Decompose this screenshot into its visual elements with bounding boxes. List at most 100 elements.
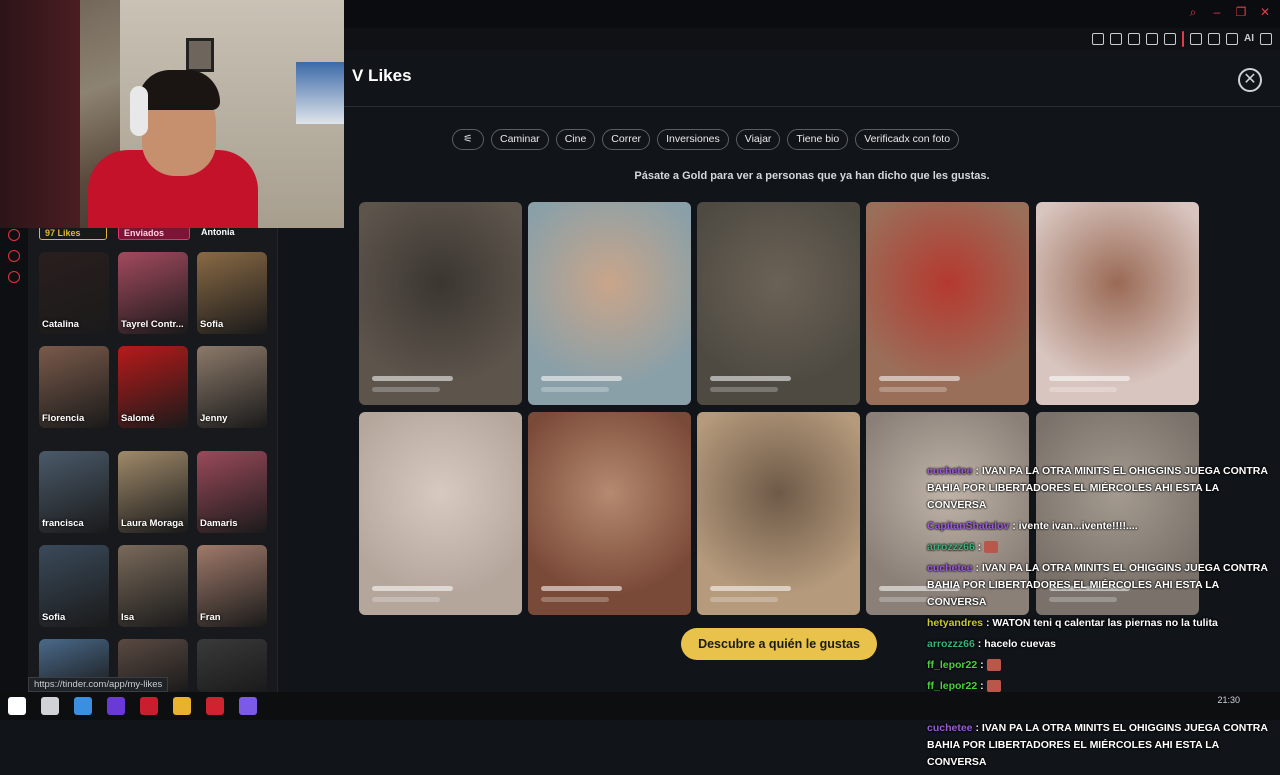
history-icon[interactable] [8, 229, 20, 241]
profile-name: Damaris [200, 518, 238, 529]
taskbar-app-icon[interactable] [239, 697, 257, 715]
extensions-icon[interactable] [1190, 33, 1202, 45]
chat-username[interactable]: cuchetee [927, 562, 973, 574]
discover-button[interactable]: Descubre a quién le gustas [681, 628, 877, 660]
profile-tile[interactable]: Florencia [39, 346, 109, 428]
close-window-icon[interactable]: ✕ [1258, 5, 1272, 19]
placeholder-info-bar [372, 597, 440, 602]
blurred-like-card[interactable] [528, 202, 691, 405]
emote-icon [986, 659, 1001, 672]
profile-name: Fran [200, 612, 221, 623]
filter-chip-verificadx[interactable]: Verificadx con foto [855, 129, 960, 150]
play-icon[interactable] [1146, 33, 1158, 45]
placeholder-name-bar [372, 586, 453, 591]
blurred-like-card[interactable] [697, 202, 860, 405]
taskbar-app-icon[interactable] [8, 697, 26, 715]
profile-tile[interactable]: Fran [197, 545, 267, 627]
taskbar-app-icon[interactable] [206, 697, 224, 715]
chat-username[interactable]: ff_lepor22 [927, 659, 977, 671]
emote-icon [984, 541, 999, 554]
profile-tile[interactable]: Jenny [197, 346, 267, 428]
chat-text: : [977, 541, 982, 553]
taskbar-app-icon[interactable] [74, 697, 92, 715]
taskbar-app-icon[interactable] [140, 697, 158, 715]
tab-antonia[interactable]: Antonia [196, 226, 268, 240]
blurred-like-card[interactable] [1036, 202, 1199, 405]
blurred-like-card[interactable] [866, 202, 1029, 405]
profile-name: Laura Moraga [121, 518, 184, 529]
chat-message: ff_lepor22 : [927, 657, 1280, 674]
filter-chip-correr[interactable]: Correr [602, 129, 651, 150]
chat-username[interactable]: cuchetee [927, 722, 973, 734]
filter-chip-caminar[interactable]: Caminar [491, 129, 549, 150]
placeholder-name-bar [541, 586, 622, 591]
profile-name: Florencia [42, 413, 85, 424]
ai-icon[interactable]: AI [1244, 33, 1254, 45]
chat-message: hetyandres : WATON teni q calentar las p… [927, 615, 1280, 632]
chat-message: cuchetee : IVAN PA LA OTRA MINITS EL OHI… [927, 463, 1280, 514]
profile-tile[interactable]: Salomé [118, 346, 188, 428]
chat-username[interactable]: cuchetee [927, 465, 973, 477]
taskbar-icons [8, 697, 257, 715]
placeholder-name-bar [541, 376, 622, 381]
gold-upsell-message: Pásate a Gold para ver a personas que ya… [634, 170, 990, 182]
search-icon[interactable]: ⌕ [1186, 5, 1200, 19]
blurred-like-card[interactable] [528, 412, 691, 615]
screenshot-icon[interactable] [1110, 33, 1122, 45]
profile-tile[interactable]: Sofia [197, 252, 267, 334]
filter-chip-inversiones[interactable]: Inversiones [657, 129, 729, 150]
emote-icon [986, 680, 1001, 693]
tab-likes[interactable]: 97 Likes [39, 226, 107, 240]
profile-tile[interactable]: Damaris [197, 451, 267, 533]
profile-tile[interactable]: francisca [39, 451, 109, 533]
placeholder-name-bar [1049, 376, 1130, 381]
shield-icon[interactable] [1128, 33, 1140, 45]
placeholder-info-bar [1049, 387, 1117, 392]
chat-text: : [980, 659, 984, 671]
chat-text: : WATON teni q calentar las piernas no l… [985, 617, 1218, 629]
blurred-like-card[interactable] [359, 202, 522, 405]
pin-icon[interactable] [1092, 33, 1104, 45]
profile-tile[interactable]: Catalina [39, 252, 109, 334]
minimize-icon[interactable]: – [1210, 5, 1224, 19]
profile-icon[interactable] [1208, 33, 1220, 45]
extensions-rail-icon[interactable] [8, 250, 20, 262]
menu-icon[interactable] [1260, 33, 1272, 45]
filter-chip-cine[interactable]: Cine [555, 129, 596, 150]
chat-username[interactable]: ff_lepor22 [927, 680, 977, 692]
taskbar-app-icon[interactable] [107, 697, 125, 715]
taskbar-clock: 21:30 [1217, 695, 1240, 705]
taskbar-app-icon[interactable] [41, 697, 59, 715]
placeholder-info-bar [879, 387, 947, 392]
restore-icon[interactable]: ❐ [1234, 5, 1248, 19]
filter-chip-viajar[interactable]: Viajar [735, 129, 781, 150]
wall-frame [186, 38, 214, 72]
settings-icon[interactable] [8, 271, 20, 283]
filter-chip-tiene-bio[interactable]: Tiene bio [787, 129, 849, 150]
taskbar-app-icon[interactable] [173, 697, 191, 715]
blurred-like-card[interactable] [697, 412, 860, 615]
chat-username[interactable]: arrozzz66 [927, 541, 975, 553]
profile-tile[interactable]: Sofia [39, 545, 109, 627]
chat-username[interactable]: hetyandres [927, 617, 983, 629]
profile-name: Sofia [200, 319, 224, 330]
heart-icon[interactable] [1164, 33, 1176, 45]
chat-text: : hacelo cuevas [977, 638, 1056, 650]
chat-message: cuchetee : IVAN PA LA OTRA MINITS EL OHI… [927, 720, 1280, 771]
stream-chat: cuchetee : IVAN PA LA OTRA MINITS EL OHI… [927, 463, 1280, 775]
window-controls: ⌕ – ❐ ✕ [1186, 5, 1272, 19]
chat-username[interactable]: arrozzz66 [927, 638, 975, 650]
filter-settings-icon[interactable]: ⚟ [452, 129, 484, 150]
profile-tile[interactable]: Isa [118, 545, 188, 627]
profile-tile[interactable]: Tayrel Contr... [118, 252, 188, 334]
profile-tile[interactable]: Laura Moraga [118, 451, 188, 533]
profile-tile[interactable] [197, 639, 267, 692]
download-icon[interactable] [1226, 33, 1238, 45]
close-button[interactable]: ✕ [1238, 68, 1262, 92]
chat-username[interactable]: CapitanShatalov [927, 520, 1009, 532]
chat-text: : ivente ivan...ivente!!!!.... [1012, 520, 1138, 532]
page-title: V Likes [352, 66, 412, 85]
tab-sent[interactable]: Enviados [118, 226, 190, 240]
blurred-like-card[interactable] [359, 412, 522, 615]
placeholder-name-bar [710, 376, 791, 381]
